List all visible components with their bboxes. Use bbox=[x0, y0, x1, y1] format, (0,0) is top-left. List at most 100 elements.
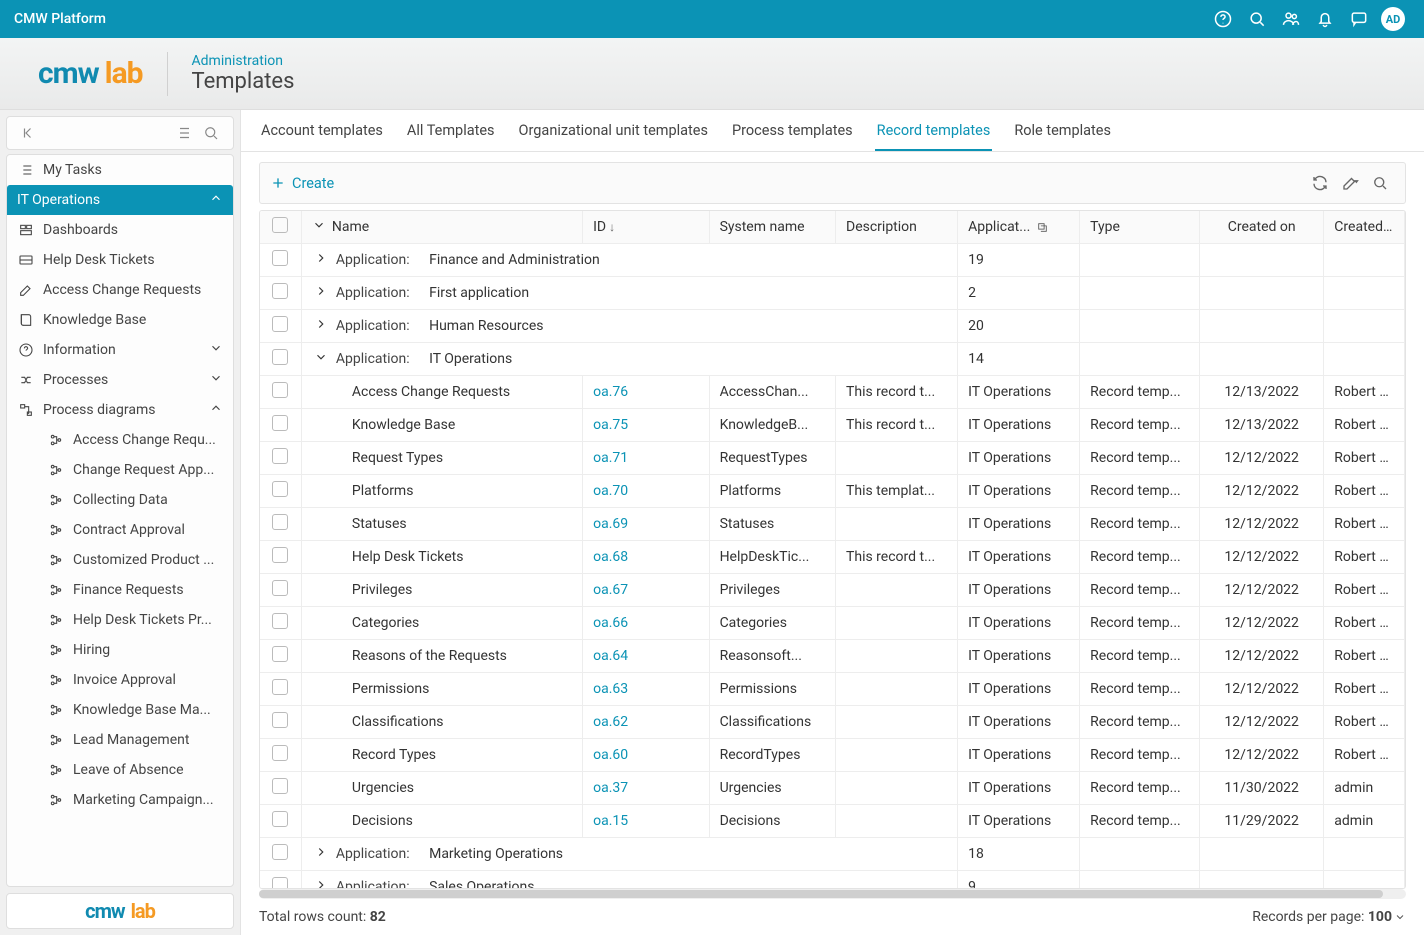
sidebar-diagram-item[interactable]: Invoice Approval bbox=[33, 665, 233, 695]
refresh-icon[interactable] bbox=[1305, 174, 1335, 192]
table-row[interactable]: Request Typesoa.71RequestTypesIT Operati… bbox=[260, 442, 1405, 475]
col-checkbox[interactable] bbox=[260, 211, 301, 244]
col-id[interactable]: ID↓ bbox=[583, 211, 709, 244]
row-checkbox[interactable] bbox=[260, 244, 301, 277]
group-toggle[interactable]: Application: IT Operations bbox=[301, 343, 957, 376]
sidebar-item-it-operations[interactable]: IT Operations bbox=[7, 185, 233, 215]
table-row[interactable]: Record Typesoa.60RecordTypesIT Operation… bbox=[260, 739, 1405, 772]
row-checkbox[interactable] bbox=[260, 343, 301, 376]
table-row[interactable]: Privilegesoa.67PrivilegesIT OperationsRe… bbox=[260, 574, 1405, 607]
row-checkbox[interactable] bbox=[260, 805, 301, 838]
sidebar-diagram-item[interactable]: Marketing Campaign... bbox=[33, 785, 233, 815]
row-checkbox[interactable] bbox=[260, 574, 301, 607]
chat-icon[interactable] bbox=[1342, 0, 1376, 38]
sidebar-diagram-item[interactable]: Contract Approval bbox=[33, 515, 233, 545]
collapse-sidebar-icon[interactable] bbox=[15, 119, 43, 147]
row-checkbox[interactable] bbox=[260, 541, 301, 574]
table-row[interactable]: Permissionsoa.63PermissionsIT Operations… bbox=[260, 673, 1405, 706]
cell-id[interactable]: oa.37 bbox=[583, 772, 709, 805]
cell-id[interactable]: oa.75 bbox=[583, 409, 709, 442]
cell-id[interactable]: oa.76 bbox=[583, 376, 709, 409]
cell-id[interactable]: oa.60 bbox=[583, 739, 709, 772]
row-checkbox[interactable] bbox=[260, 310, 301, 343]
sidebar-search-icon[interactable] bbox=[197, 119, 225, 147]
tab-role-templates[interactable]: Role templates bbox=[1012, 112, 1113, 151]
sidebar-diagram-item[interactable]: Customized Product ... bbox=[33, 545, 233, 575]
cell-id[interactable]: oa.64 bbox=[583, 640, 709, 673]
sidebar-item-help-desk-tickets[interactable]: Help Desk Tickets bbox=[7, 245, 233, 275]
table-row[interactable]: Access Change Requestsoa.76AccessChan...… bbox=[260, 376, 1405, 409]
records-per-page[interactable]: Records per page: 100 bbox=[1252, 909, 1406, 925]
table-row[interactable]: Decisionsoa.15DecisionsIT OperationsReco… bbox=[260, 805, 1405, 838]
table-row[interactable]: Knowledge Baseoa.75KnowledgeB...This rec… bbox=[260, 409, 1405, 442]
cell-id[interactable]: oa.69 bbox=[583, 508, 709, 541]
sidebar-diagram-item[interactable]: Hiring bbox=[33, 635, 233, 665]
toolbar-search-icon[interactable] bbox=[1365, 174, 1395, 192]
tab-all-templates[interactable]: All Templates bbox=[405, 112, 497, 151]
row-checkbox[interactable] bbox=[260, 739, 301, 772]
search-icon[interactable] bbox=[1240, 0, 1274, 38]
users-icon[interactable] bbox=[1274, 0, 1308, 38]
col-created-on[interactable]: Created on bbox=[1200, 211, 1324, 244]
cell-id[interactable]: oa.63 bbox=[583, 673, 709, 706]
tab-account-templates[interactable]: Account templates bbox=[259, 112, 385, 151]
col-name[interactable]: Name bbox=[301, 211, 582, 244]
row-checkbox[interactable] bbox=[260, 838, 301, 871]
row-checkbox[interactable] bbox=[260, 772, 301, 805]
sidebar-diagram-item[interactable]: Knowledge Base Ma... bbox=[33, 695, 233, 725]
row-checkbox[interactable] bbox=[260, 706, 301, 739]
group-toggle[interactable]: Application: Sales Operations bbox=[301, 871, 957, 890]
table-row[interactable]: Statusesoa.69StatusesIT OperationsRecord… bbox=[260, 508, 1405, 541]
col-system-name[interactable]: System name bbox=[709, 211, 835, 244]
row-checkbox[interactable] bbox=[260, 871, 301, 890]
row-checkbox[interactable] bbox=[260, 475, 301, 508]
col-application[interactable]: Applicat... bbox=[958, 211, 1080, 244]
sidebar-item-knowledge-base[interactable]: Knowledge Base bbox=[7, 305, 233, 335]
row-checkbox[interactable] bbox=[260, 508, 301, 541]
tab-record-templates[interactable]: Record templates bbox=[875, 112, 993, 151]
sidebar-item-process-diagrams[interactable]: Process diagrams bbox=[7, 395, 233, 425]
cell-id[interactable]: oa.71 bbox=[583, 442, 709, 475]
col-description[interactable]: Description bbox=[836, 211, 958, 244]
cell-id[interactable]: oa.70 bbox=[583, 475, 709, 508]
sidebar-item-processes[interactable]: Processes bbox=[7, 365, 233, 395]
create-button[interactable]: Create bbox=[270, 175, 334, 192]
row-checkbox[interactable] bbox=[260, 409, 301, 442]
table-row[interactable]: Urgenciesoa.37UrgenciesIT OperationsReco… bbox=[260, 772, 1405, 805]
row-checkbox[interactable] bbox=[260, 673, 301, 706]
breadcrumb[interactable]: Administration bbox=[192, 53, 295, 69]
avatar[interactable]: AD bbox=[1376, 0, 1410, 38]
sidebar-diagram-item[interactable]: Access Change Requ... bbox=[33, 425, 233, 455]
tab-process-templates[interactable]: Process templates bbox=[730, 112, 855, 151]
sidebar-diagram-item[interactable]: Collecting Data bbox=[33, 485, 233, 515]
sidebar-item-access-change-requests[interactable]: Access Change Requests bbox=[7, 275, 233, 305]
col-type[interactable]: Type bbox=[1080, 211, 1200, 244]
sidebar-item-dashboards[interactable]: Dashboards bbox=[7, 215, 233, 245]
list-view-icon[interactable] bbox=[169, 119, 197, 147]
table-row[interactable]: Reasons of the Requestsoa.64Reasonsoft..… bbox=[260, 640, 1405, 673]
group-toggle[interactable]: Application: First application bbox=[301, 277, 957, 310]
sidebar-diagram-item[interactable]: Change Request App... bbox=[33, 455, 233, 485]
table-row[interactable]: Help Desk Ticketsoa.68HelpDeskTic...This… bbox=[260, 541, 1405, 574]
sidebar-diagram-item[interactable]: Leave of Absence bbox=[33, 755, 233, 785]
sidebar-diagram-item[interactable]: Lead Management bbox=[33, 725, 233, 755]
sidebar-diagram-item[interactable]: Finance Requests bbox=[33, 575, 233, 605]
cell-id[interactable]: oa.62 bbox=[583, 706, 709, 739]
tab-organizational-unit-templates[interactable]: Organizational unit templates bbox=[517, 112, 710, 151]
group-toggle[interactable]: Application: Finance and Administration bbox=[301, 244, 957, 277]
table-row[interactable]: Platformsoa.70PlatformsThis templat...IT… bbox=[260, 475, 1405, 508]
help-icon[interactable] bbox=[1206, 0, 1240, 38]
cell-id[interactable]: oa.67 bbox=[583, 574, 709, 607]
table-row[interactable]: Classificationsoa.62ClassificationsIT Op… bbox=[260, 706, 1405, 739]
row-checkbox[interactable] bbox=[260, 607, 301, 640]
cell-id[interactable]: oa.66 bbox=[583, 607, 709, 640]
horizontal-scrollbar[interactable] bbox=[259, 889, 1406, 899]
col-created-by[interactable]: Created b bbox=[1324, 211, 1405, 244]
row-checkbox[interactable] bbox=[260, 277, 301, 310]
row-checkbox[interactable] bbox=[260, 376, 301, 409]
group-toggle[interactable]: Application: Human Resources bbox=[301, 310, 957, 343]
row-checkbox[interactable] bbox=[260, 442, 301, 475]
cell-id[interactable]: oa.15 bbox=[583, 805, 709, 838]
bell-icon[interactable] bbox=[1308, 0, 1342, 38]
cell-id[interactable]: oa.68 bbox=[583, 541, 709, 574]
